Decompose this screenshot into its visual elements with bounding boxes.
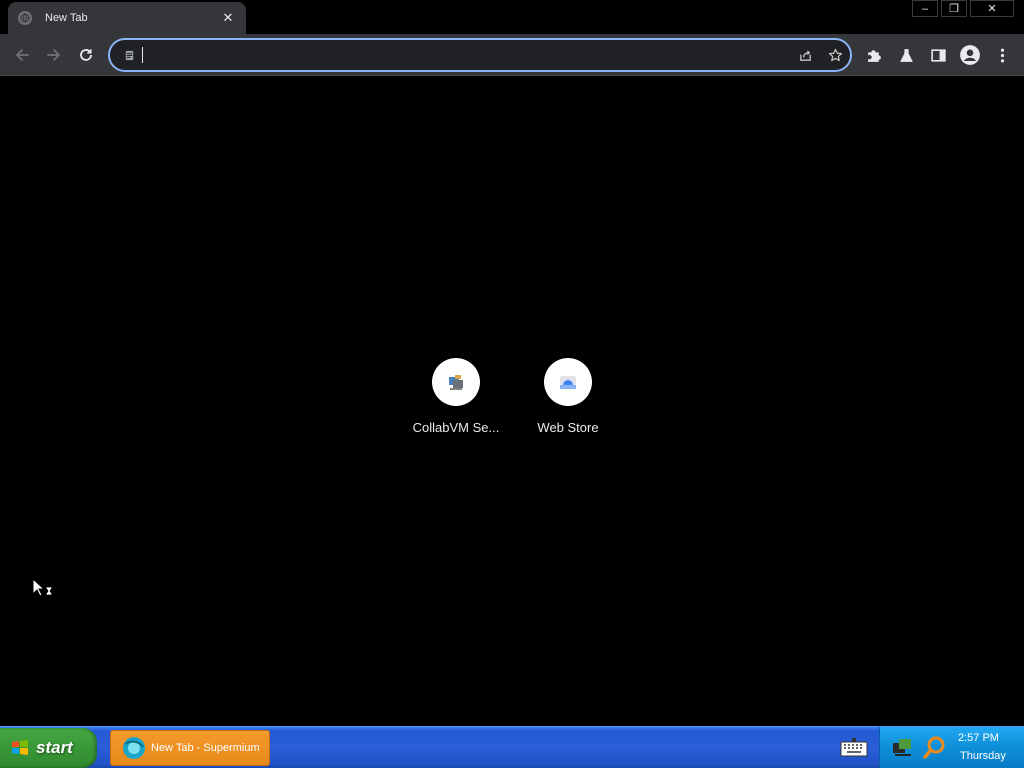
profile-icon: [960, 45, 980, 65]
more-icon: [1000, 48, 1004, 62]
close-window-button[interactable]: ✕: [970, 0, 1014, 17]
browser-toolbar: [0, 34, 1024, 76]
star-icon: [828, 48, 842, 61]
arrow-right-icon: [47, 49, 61, 61]
forward-button[interactable]: [41, 42, 67, 68]
taskbar-item-supermium[interactable]: New Tab - Supermium: [110, 730, 270, 766]
side-panel-button[interactable]: [925, 42, 951, 68]
keyboard-icon[interactable]: [840, 736, 868, 760]
shortcut-tile-web-store[interactable]: Web Store: [512, 358, 624, 435]
tab-new-tab[interactable]: New Tab ✕: [8, 2, 246, 34]
reload-button[interactable]: [73, 42, 99, 68]
network-icon[interactable]: [890, 735, 916, 761]
globe-icon: [18, 11, 32, 25]
reload-icon: [80, 49, 92, 61]
system-tray: 2:57 PM Thursday: [879, 727, 1024, 768]
new-tab-page: CollabVM Se... Web Store: [0, 77, 1024, 726]
busy-cursor-icon: [32, 578, 53, 597]
puzzle-icon: [867, 49, 881, 62]
window-controls: – ❐ ✕: [909, 0, 1014, 17]
browser-titlebar: New Tab ✕ – ❐ ✕: [0, 0, 1024, 34]
clock-day: Thursday: [960, 750, 1006, 762]
tab-close-button[interactable]: ✕: [220, 10, 236, 26]
minimize-button[interactable]: –: [912, 0, 938, 17]
address-bar[interactable]: [108, 38, 852, 72]
windows-logo-icon: [12, 740, 28, 755]
share-icon: [799, 49, 811, 61]
flask-icon: [899, 48, 913, 62]
address-input[interactable]: [136, 43, 790, 67]
share-button[interactable]: [790, 40, 820, 70]
clock-time: 2:57 PM: [958, 732, 999, 744]
taskbar: start New Tab - Supermium 2:57 PM Thursd…: [0, 726, 1024, 768]
arrow-left-icon: [15, 49, 29, 61]
text-caret: [142, 47, 143, 63]
desktop: New Tab ✕ – ❐ ✕ CollabVM Se... Web Store…: [0, 0, 1024, 768]
shortcut-label: CollabVM Se...: [412, 420, 500, 435]
side-panel-icon: [930, 48, 946, 62]
back-button[interactable]: [9, 42, 35, 68]
shortcut-label: Web Store: [537, 420, 599, 435]
supermium-icon: [123, 737, 145, 759]
web-store-icon: [544, 358, 592, 406]
taskbar-item-label: New Tab - Supermium: [151, 742, 260, 754]
profile-button[interactable]: [957, 42, 983, 68]
collabvm-icon: [432, 358, 480, 406]
site-info-icon[interactable]: [122, 48, 136, 62]
restore-button[interactable]: ❐: [941, 0, 967, 17]
shortcut-tile-collabvm[interactable]: CollabVM Se...: [400, 358, 512, 435]
magnifier-icon[interactable]: [922, 735, 948, 761]
tab-title: New Tab: [45, 12, 88, 24]
start-button[interactable]: start: [0, 728, 97, 768]
extensions-button[interactable]: [861, 42, 887, 68]
bookmark-button[interactable]: [820, 40, 850, 70]
menu-button[interactable]: [989, 42, 1015, 68]
labs-button[interactable]: [893, 42, 919, 68]
start-label: start: [36, 738, 73, 757]
